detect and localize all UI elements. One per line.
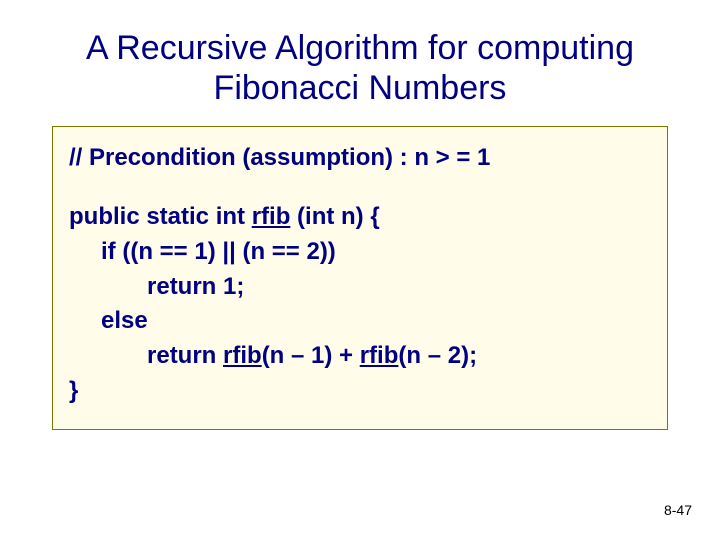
code-comment: // Precondition (assumption) : n > = 1 (69, 141, 651, 176)
ret2-fn2: rfib (360, 342, 399, 369)
ret2-post: (n – 2); (398, 342, 477, 369)
slide: A Recursive Algorithm for computing Fibo… (0, 0, 720, 540)
code-close: } (69, 374, 651, 409)
code-return2: return rfib(n – 1) + rfib(n – 2); (69, 339, 651, 374)
sig-pre: public static int (69, 203, 252, 230)
ret2-pre: return (147, 342, 223, 369)
code-if: if ((n == 1) || (n == 2)) (69, 235, 651, 270)
code-else: else (69, 304, 651, 339)
code-signature: public static int rfib (int n) { (69, 200, 651, 235)
ret2-fn1: rfib (223, 342, 262, 369)
page-number: 8-47 (664, 502, 692, 518)
sig-post: (int n) { (290, 203, 379, 230)
code-return1: return 1; (69, 270, 651, 305)
slide-title: A Recursive Algorithm for computing Fibo… (52, 28, 668, 108)
ret2-mid: (n – 1) + (262, 342, 360, 369)
sig-fn: rfib (252, 203, 291, 230)
code-box: // Precondition (assumption) : n > = 1 p… (52, 126, 668, 430)
blank-line (69, 176, 651, 200)
